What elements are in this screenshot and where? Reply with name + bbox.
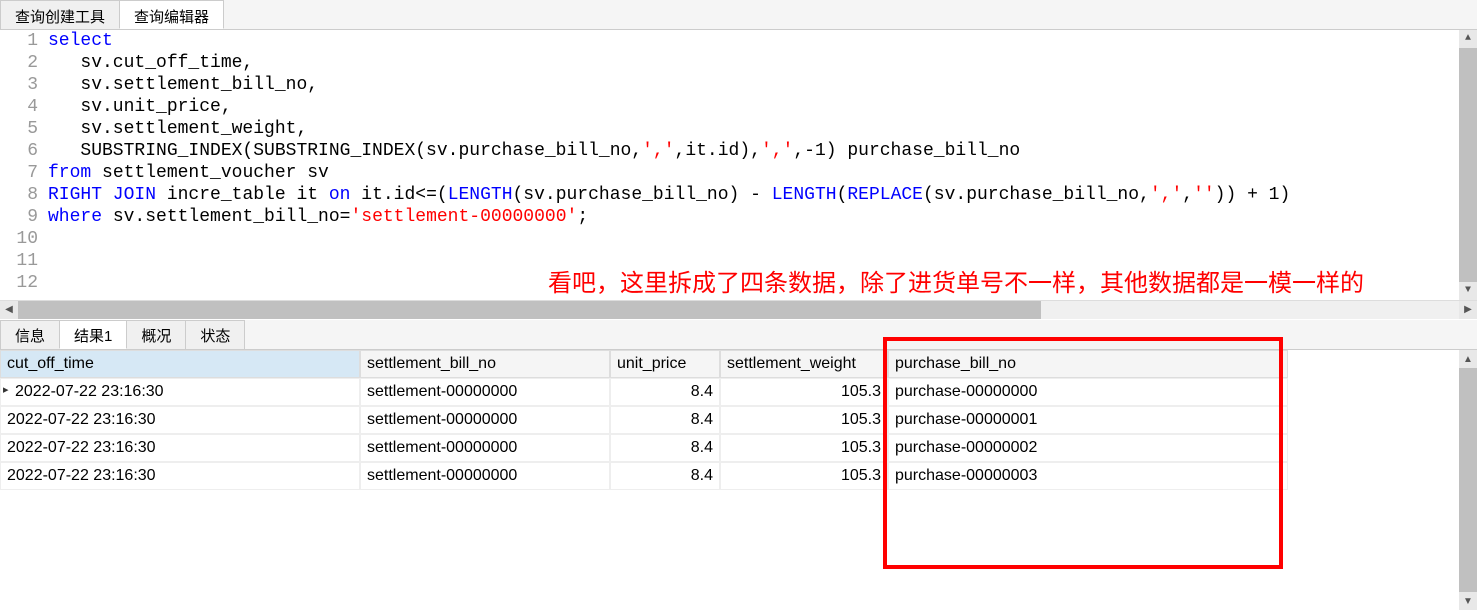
code-line[interactable]: RIGHT JOIN incre_table it on it.id<=(LEN…: [48, 184, 1477, 206]
table-cell[interactable]: 8.4: [610, 462, 720, 490]
code-line[interactable]: where sv.settlement_bill_no='settlement-…: [48, 206, 1477, 228]
sql-editor[interactable]: 123456789101112 select sv.cut_off_time, …: [0, 30, 1477, 300]
code-line[interactable]: select: [48, 30, 1477, 52]
table-cell[interactable]: purchase-00000000: [888, 378, 1288, 406]
code-area[interactable]: select sv.cut_off_time, sv.settlement_bi…: [48, 30, 1477, 300]
table-cell[interactable]: 105.3: [720, 406, 888, 434]
line-number: 6: [0, 140, 38, 162]
table-cell[interactable]: ▸2022-07-22 23:16:30: [0, 378, 360, 406]
editor-horizontal-scrollbar[interactable]: ◀ ▶: [0, 300, 1477, 318]
column-header[interactable]: settlement_weight: [720, 350, 888, 378]
top-tab-bar: 查询创建工具 查询编辑器: [0, 0, 1477, 30]
line-number: 12: [0, 272, 38, 294]
code-line[interactable]: sv.settlement_bill_no,: [48, 74, 1477, 96]
column-header[interactable]: settlement_bill_no: [360, 350, 610, 378]
line-number-gutter: 123456789101112: [0, 30, 48, 300]
code-line[interactable]: SUBSTRING_INDEX(SUBSTRING_INDEX(sv.purch…: [48, 140, 1477, 162]
line-number: 10: [0, 228, 38, 250]
table-cell[interactable]: settlement-00000000: [360, 434, 610, 462]
scroll-right-icon[interactable]: ▶: [1459, 301, 1477, 319]
table-cell[interactable]: 8.4: [610, 378, 720, 406]
line-number: 3: [0, 74, 38, 96]
table-cell[interactable]: 8.4: [610, 406, 720, 434]
table-cell[interactable]: 105.3: [720, 462, 888, 490]
table-cell[interactable]: purchase-00000003: [888, 462, 1288, 490]
scroll-left-icon[interactable]: ◀: [0, 301, 18, 319]
results-grid-wrap: cut_off_timesettlement_bill_nounit_price…: [0, 350, 1477, 490]
column-header[interactable]: cut_off_time: [0, 350, 360, 378]
scroll-down-icon[interactable]: ▼: [1459, 592, 1477, 610]
table-cell[interactable]: 2022-07-22 23:16:30: [0, 434, 360, 462]
table-cell[interactable]: settlement-00000000: [360, 462, 610, 490]
tab-profile[interactable]: 概况: [126, 320, 186, 349]
table-cell[interactable]: 105.3: [720, 434, 888, 462]
tab-info[interactable]: 信息: [0, 320, 60, 349]
code-line[interactable]: sv.settlement_weight,: [48, 118, 1477, 140]
annotation-text: 看吧，这里拆成了四条数据，除了进货单号不一样，其他数据都是一模一样的: [548, 268, 1448, 299]
table-cell[interactable]: settlement-00000000: [360, 378, 610, 406]
table-cell[interactable]: settlement-00000000: [360, 406, 610, 434]
code-line[interactable]: from settlement_voucher sv: [48, 162, 1477, 184]
results-grid[interactable]: cut_off_timesettlement_bill_nounit_price…: [0, 350, 1477, 490]
table-cell[interactable]: purchase-00000001: [888, 406, 1288, 434]
code-line[interactable]: [48, 228, 1477, 250]
table-cell[interactable]: 2022-07-22 23:16:30: [0, 406, 360, 434]
scroll-up-icon[interactable]: ▲: [1459, 30, 1477, 48]
line-number: 1: [0, 30, 38, 52]
code-line[interactable]: sv.cut_off_time,: [48, 52, 1477, 74]
tab-result1[interactable]: 结果1: [59, 320, 127, 349]
table-cell[interactable]: 2022-07-22 23:16:30: [0, 462, 360, 490]
editor-vertical-scrollbar[interactable]: ▲ ▼: [1459, 30, 1477, 300]
scroll-up-icon[interactable]: ▲: [1459, 350, 1477, 368]
tab-query-editor[interactable]: 查询编辑器: [119, 0, 224, 29]
tab-query-builder[interactable]: 查询创建工具: [0, 0, 120, 29]
line-number: 11: [0, 250, 38, 272]
line-number: 7: [0, 162, 38, 184]
line-number: 5: [0, 118, 38, 140]
column-header[interactable]: purchase_bill_no: [888, 350, 1288, 378]
grid-vertical-scrollbar[interactable]: ▲ ▼: [1459, 350, 1477, 610]
table-cell[interactable]: 105.3: [720, 378, 888, 406]
table-cell[interactable]: purchase-00000002: [888, 434, 1288, 462]
line-number: 9: [0, 206, 38, 228]
scroll-down-icon[interactable]: ▼: [1459, 282, 1477, 300]
scroll-thumb[interactable]: [18, 301, 1041, 319]
line-number: 8: [0, 184, 38, 206]
line-number: 2: [0, 52, 38, 74]
tab-status[interactable]: 状态: [185, 320, 245, 349]
column-header[interactable]: unit_price: [610, 350, 720, 378]
code-line[interactable]: sv.unit_price,: [48, 96, 1477, 118]
table-cell[interactable]: 8.4: [610, 434, 720, 462]
line-number: 4: [0, 96, 38, 118]
row-marker-icon: ▸: [3, 383, 9, 396]
result-tab-bar: 信息 结果1 概况 状态: [0, 320, 1477, 350]
